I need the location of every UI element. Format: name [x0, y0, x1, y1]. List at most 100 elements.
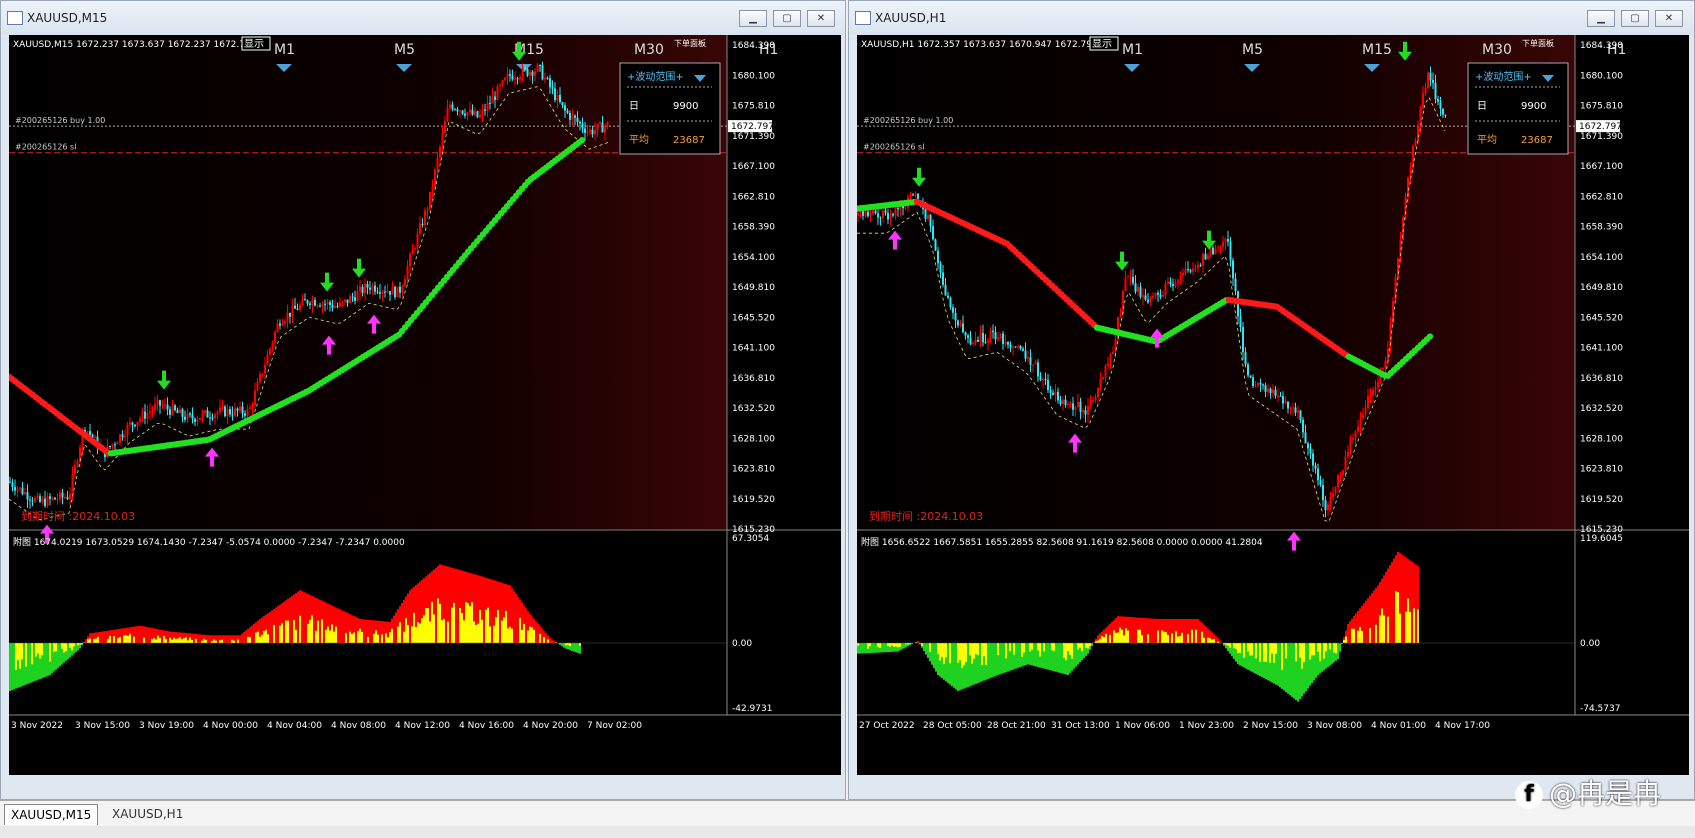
histogram-inner-bar: [233, 640, 235, 643]
candle-body: [114, 444, 116, 446]
candle-body: [1092, 399, 1094, 402]
candle-body: [1274, 389, 1277, 396]
candle-body: [1012, 346, 1014, 348]
close-button[interactable]: ✕: [807, 10, 835, 27]
candle-body: [11, 482, 14, 487]
candle-body: [54, 497, 56, 500]
window-titlebar[interactable]: XAUUSD,M15 ▁ ▢ ✕: [1, 1, 845, 35]
histogram-inner-bar: [267, 634, 269, 643]
candle-body: [379, 292, 381, 294]
histogram-inner-bar: [467, 603, 469, 643]
candle-body: [564, 105, 566, 111]
histogram-inner-bar: [287, 620, 289, 643]
candle-body: [889, 214, 892, 220]
histogram-inner-bar: [451, 607, 453, 643]
tab-xauusd-h1[interactable]: XAUUSD,H1: [106, 804, 189, 824]
minimize-button[interactable]: ▁: [1587, 10, 1615, 27]
candle-body: [962, 323, 964, 333]
histogram-inner-bar: [109, 635, 111, 643]
candle-body: [69, 493, 71, 499]
time-tick-label: 28 Oct 05:00: [923, 721, 982, 731]
candle-body: [1192, 268, 1194, 272]
candle-body: [279, 323, 281, 326]
histogram-inner-bar: [1053, 643, 1055, 651]
histogram-bar: [1185, 619, 1187, 643]
histogram-inner-bar: [117, 638, 119, 643]
sub-axis-top: 67.3054: [732, 534, 769, 544]
histogram-bar: [11, 643, 13, 691]
histogram-inner-bar: [21, 643, 23, 660]
minimize-button[interactable]: ▁: [739, 10, 767, 27]
tf-label-m5: M5: [1242, 42, 1263, 58]
candle-body: [1444, 114, 1447, 116]
histogram-inner-bar: [977, 643, 979, 656]
histogram-inner-bar: [565, 643, 567, 646]
histogram-inner-bar: [247, 636, 249, 643]
time-tick-label: 31 Oct 13:00: [1051, 721, 1110, 731]
histogram-inner-bar: [415, 627, 417, 643]
histogram-inner-bar: [345, 633, 347, 643]
candle-body: [1179, 275, 1182, 281]
histogram-bar: [99, 631, 101, 643]
histogram-bar: [1367, 598, 1369, 643]
histogram-bar: [1015, 643, 1017, 669]
price-chart-svg[interactable]: XAUUSD,M15 1672.237 1673.637 1672.237 16…: [9, 35, 841, 775]
histogram-inner-bar: [169, 637, 171, 643]
window-title: XAUUSD,H1: [875, 11, 947, 25]
histogram-bar: [513, 591, 515, 643]
histogram-inner-bar: [279, 625, 281, 643]
candle-body: [229, 409, 231, 415]
candle-body: [972, 342, 974, 345]
histogram-inner-bar: [397, 626, 399, 643]
candle-body: [426, 209, 429, 211]
histogram-inner-bar: [171, 639, 173, 643]
histogram-inner-bar: [889, 643, 891, 648]
histogram-inner-bar: [77, 643, 79, 646]
chart-header: XAUUSD,M15 1672.237 1673.637 1672.237 16…: [13, 40, 245, 50]
candle-body: [1167, 281, 1169, 284]
candle-body: [326, 302, 329, 304]
histogram-bar: [235, 635, 237, 643]
histogram-inner-bar: [1353, 628, 1355, 643]
candle-body: [76, 461, 79, 465]
histogram-bar: [167, 631, 169, 643]
maximize-button[interactable]: ▢: [773, 10, 801, 27]
candle-body: [461, 110, 464, 114]
histogram-inner-bar: [213, 639, 215, 643]
histogram-inner-bar: [215, 640, 217, 643]
histogram-bar: [207, 635, 209, 643]
chart-area[interactable]: XAUUSD,M15 1672.237 1673.637 1672.237 16…: [9, 35, 841, 775]
tab-xauusd-m15[interactable]: XAUUSD,M15: [4, 804, 99, 825]
histogram-inner-bar: [969, 643, 971, 656]
candle-body: [1067, 403, 1069, 405]
histogram-bar: [1025, 643, 1027, 666]
candle-body: [1132, 276, 1134, 284]
histogram-inner-bar: [1085, 643, 1087, 648]
candle-body: [36, 496, 39, 498]
histogram-inner-bar: [965, 643, 967, 663]
candle-body: [1282, 396, 1284, 404]
chart-area[interactable]: XAUUSD,H1 1672.357 1673.637 1670.947 167…: [857, 35, 1689, 775]
candle-body: [231, 414, 234, 416]
histogram-inner-bar: [399, 622, 401, 643]
histogram-bar: [1197, 619, 1199, 643]
histogram-inner-bar: [1101, 636, 1103, 643]
histogram-inner-bar: [285, 620, 287, 643]
histogram-inner-bar: [1299, 643, 1301, 658]
maximize-button[interactable]: ▢: [1621, 10, 1649, 27]
price-tick-label: 1632.520: [732, 404, 775, 414]
histogram-inner-bar: [281, 623, 283, 643]
histogram-inner-bar: [359, 628, 361, 643]
candle-body: [61, 492, 64, 498]
candle-body: [24, 492, 26, 495]
histogram-inner-bar: [143, 637, 145, 643]
close-button[interactable]: ✕: [1655, 10, 1683, 27]
price-chart-svg[interactable]: XAUUSD,H1 1672.357 1673.637 1670.947 167…: [857, 35, 1689, 775]
histogram-inner-bar: [1309, 643, 1311, 660]
volatility-panel-title: +波动范围+: [1475, 70, 1532, 83]
price-tick-label: 1619.520: [1580, 495, 1623, 505]
window-titlebar[interactable]: XAUUSD,H1 ▁ ▢ ✕: [849, 1, 1694, 35]
histogram-bar: [551, 639, 553, 643]
candle-body: [1314, 465, 1317, 469]
candle-body: [1217, 247, 1219, 249]
